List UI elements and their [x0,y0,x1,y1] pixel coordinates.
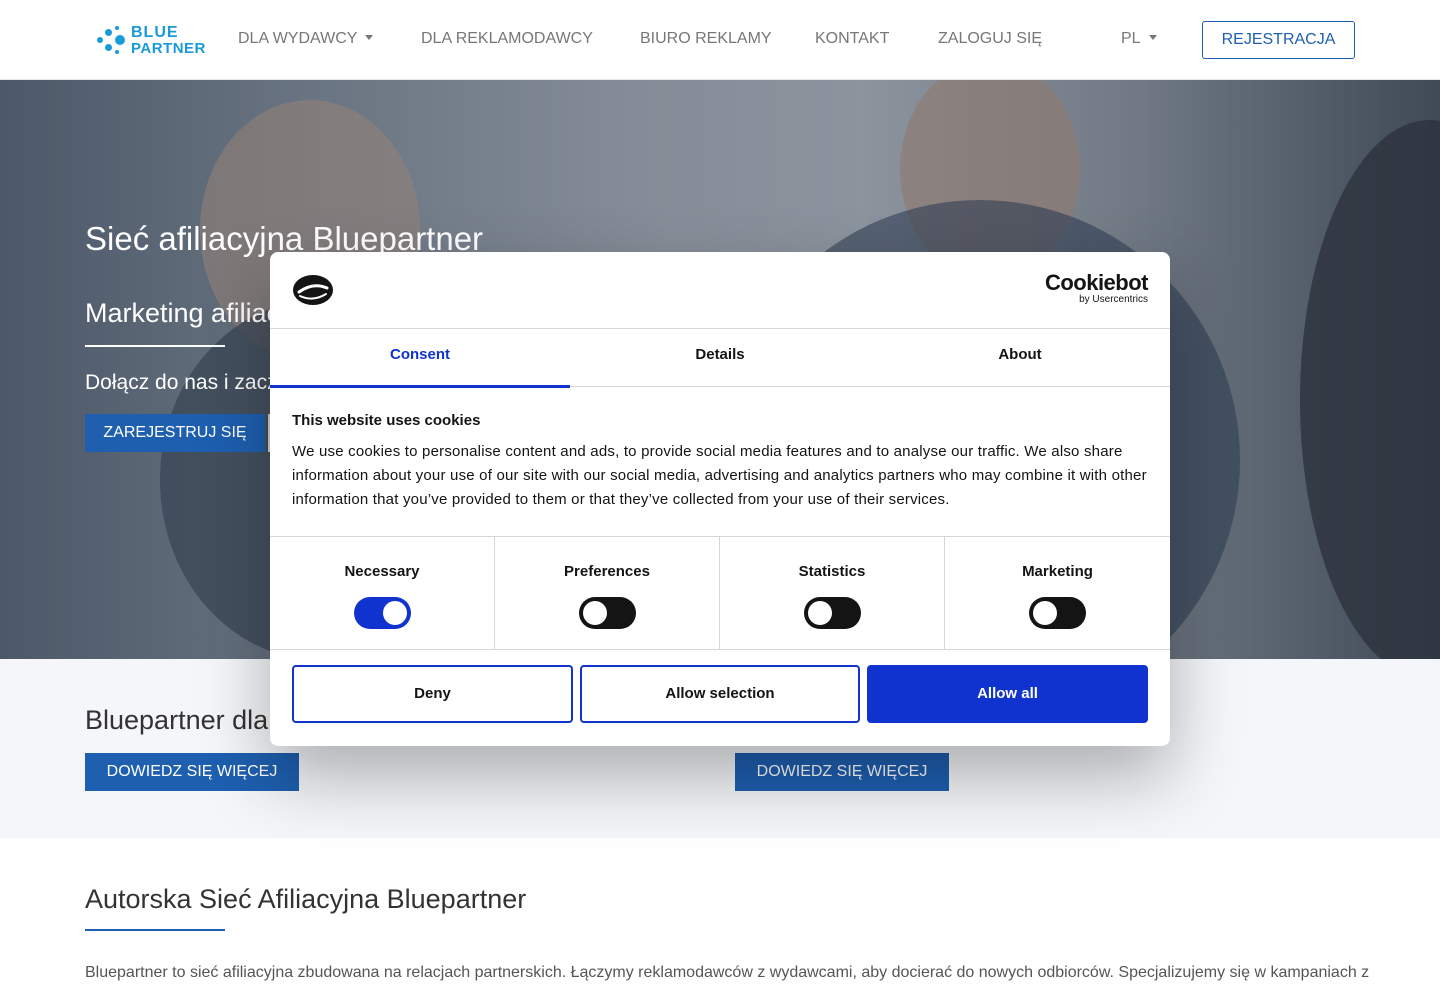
toggle-knob [583,601,607,625]
audience-heading: Bluepartner dla W [85,705,302,735]
hero-register-button[interactable]: ZAREJESTRUJ SIĘ [85,414,265,452]
preferences-toggle[interactable] [579,597,636,629]
toggle-knob [808,601,832,625]
necessary-toggle[interactable] [354,597,411,629]
top-navbar: BLUE PARTNER DLA WYDAWCY DLA REKLAMODAWC… [0,0,1440,80]
nav-item-zaloguj[interactable]: ZALOGUJ SIĘ [938,30,1042,48]
cookie-description: We use cookies to personalise content an… [292,443,1147,508]
about-divider [85,929,225,931]
toggle-knob [1033,601,1057,625]
category-label: Marketing [1022,563,1093,580]
nav-item-biuro-reklamy[interactable]: BIURO REKLAMY [640,30,772,48]
hero-divider [85,345,225,347]
tab-details[interactable]: Details [570,329,870,387]
cookiebot-brand: Cookiebot [1044,270,1149,295]
tab-about[interactable]: About [870,329,1170,387]
cookiebot-brand-sub: by Usercentrics [1079,294,1148,305]
chevron-down-icon [1148,35,1157,40]
allow-selection-button[interactable]: Allow selection [580,665,860,723]
category-label: Necessary [344,563,420,580]
register-button[interactable]: REJESTRACJA [1202,21,1355,59]
nav-item-dla-wydawcy[interactable]: DLA WYDAWCY [238,30,374,48]
allow-all-button[interactable]: Allow all [867,665,1148,723]
category-label: Statistics [798,563,866,580]
tab-consent[interactable]: Consent [270,329,570,388]
category-necessary: Necessary [270,537,495,649]
category-marketing: Marketing [945,537,1170,649]
hero-text: Dołącz do nas i zacz [85,371,278,394]
category-preferences: Preferences [495,537,720,649]
cookie-tabs: Consent Details About [270,329,1170,388]
nav-item-kontakt[interactable]: KONTAKT [815,30,889,48]
language-label: PL [1121,30,1141,47]
category-label: Preferences [564,563,650,580]
bluepartner-logo[interactable]: BLUE PARTNER [97,24,206,58]
deny-button[interactable]: Deny [292,665,573,723]
about-text: Bluepartner to sieć afiliacyjna zbudowan… [85,964,1370,981]
cookiebot-logo[interactable]: Cookiebot by Usercentrics [1044,270,1149,306]
cookie-title: This website uses cookies [292,412,481,429]
about-title: Autorska Sieć Afiliacyjna Bluepartner [85,884,527,914]
cookie-consent-dialog: Cookiebot by Usercentrics Consent Detail… [270,252,1170,746]
nav-item-dla-reklamodawcy[interactable]: DLA REKLAMODAWCY [421,30,593,48]
chevron-down-icon [365,35,374,40]
logo-text-line2: PARTNER [131,40,206,57]
logo-dots-icon [97,26,127,56]
marketing-toggle[interactable] [1029,597,1086,629]
cookie-dialog-header: Cookiebot by Usercentrics [270,252,1170,329]
cookie-icon [293,275,333,305]
learn-more-button-left[interactable]: DOWIEDZ SIĘ WIĘCEJ [85,753,299,791]
cookie-categories: Necessary Preferences Statistics Marketi… [270,536,1170,650]
language-selector[interactable]: PL [1121,30,1157,48]
learn-more-button-right[interactable]: DOWIEDZ SIĘ WIĘCEJ [735,753,949,791]
category-statistics: Statistics [720,537,945,649]
hero-subtitle: Marketing afiliac [85,298,281,328]
statistics-toggle[interactable] [804,597,861,629]
toggle-knob [383,601,407,625]
nav-item-label: DLA WYDAWCY [238,30,358,47]
